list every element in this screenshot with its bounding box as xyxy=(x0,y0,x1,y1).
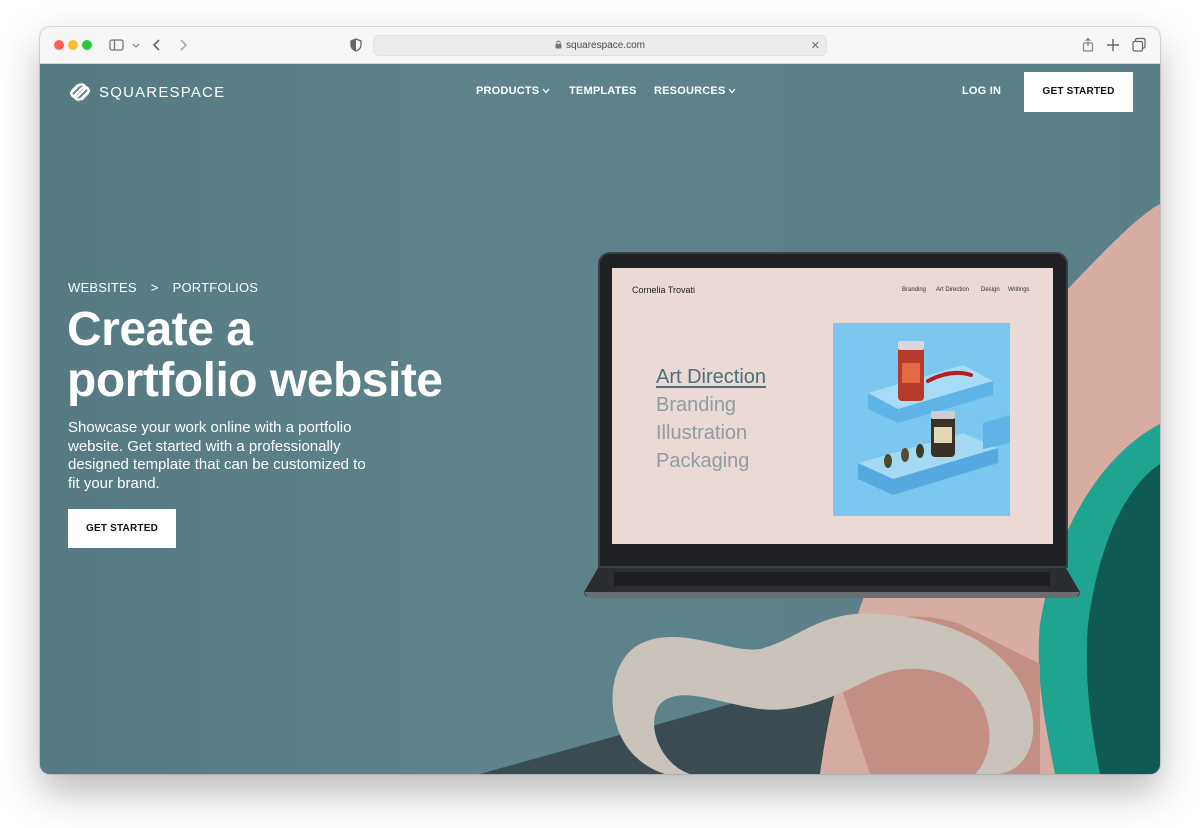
preview-site-name: Cornelia Trovati xyxy=(632,285,696,295)
hero-subtitle: Showcase your work online with a portfol… xyxy=(68,419,366,492)
clear-url-icon[interactable]: ✕ xyxy=(811,39,820,52)
page-title: Create a portfolio website xyxy=(67,304,537,406)
address-bar-text: squarespace.com xyxy=(374,40,826,51)
nav-templates[interactable]: TEMPLATES xyxy=(569,85,637,97)
preview-menu-illustration: Illustration xyxy=(656,422,748,444)
nav-resources-label: RESOURCES xyxy=(654,85,726,97)
preview-nav-art-direction: Art Direction xyxy=(936,287,970,293)
share-icon[interactable] xyxy=(1079,36,1097,54)
page-title-line-2: portfolio website xyxy=(67,354,443,407)
nav-resources[interactable]: RESOURCES xyxy=(654,85,736,97)
lock-icon xyxy=(555,40,562,49)
back-icon[interactable] xyxy=(148,36,166,54)
squarespace-page: SQUARESPACE PRODUCTS TEMPLATES RESOURCES… xyxy=(40,64,1160,774)
nav-products-label: PRODUCTS xyxy=(476,85,540,97)
browser-window: squarespace.com ✕ SQUARESPACE PRODUCTS T… xyxy=(40,27,1160,774)
jars-on-shelves-image xyxy=(858,341,1010,495)
brand-name: SQUARESPACE xyxy=(99,83,226,101)
page-title-line-1: Create a xyxy=(67,303,253,356)
minimize-window-button[interactable] xyxy=(68,40,78,50)
nav-products[interactable]: PRODUCTS xyxy=(476,85,550,97)
close-window-button[interactable] xyxy=(54,40,64,50)
new-tab-icon[interactable] xyxy=(1104,36,1122,54)
preview-menu-packaging: Packaging xyxy=(656,450,750,472)
chevron-down-icon xyxy=(728,88,736,94)
breadcrumb-portfolios[interactable]: PORTFOLIOS xyxy=(173,280,259,295)
site-header: SQUARESPACE PRODUCTS TEMPLATES RESOURCES… xyxy=(40,64,1160,124)
chevron-down-icon[interactable] xyxy=(127,36,145,54)
address-bar[interactable]: squarespace.com ✕ xyxy=(373,35,827,56)
preview-nav-branding: Branding xyxy=(902,287,927,293)
nav-templates-label: TEMPLATES xyxy=(569,85,637,97)
tab-overview-icon[interactable] xyxy=(1130,36,1148,54)
url-text: squarespace.com xyxy=(566,40,645,51)
preview-menu-art-direction: Art Direction xyxy=(656,366,767,388)
preview-menu: Art Direction Branding Illustration Pack… xyxy=(656,363,766,475)
header-get-started-button[interactable]: GET STARTED xyxy=(1024,72,1133,112)
breadcrumb-separator: > xyxy=(150,280,159,295)
preview-menu-branding: Branding xyxy=(656,394,737,416)
squarespace-logo[interactable]: SQUARESPACE xyxy=(67,81,225,103)
squarespace-logo-icon xyxy=(69,83,91,101)
privacy-shield-icon[interactable] xyxy=(347,36,365,54)
hero-get-started-button[interactable]: GET STARTED xyxy=(68,509,176,548)
chevron-down-icon xyxy=(542,88,550,94)
preview-nav-writings: Writings xyxy=(1008,287,1030,293)
breadcrumb-websites[interactable]: WEBSITES xyxy=(68,280,137,295)
laptop-screen-portfolio-preview: Cornelia Trovati Branding Art Direction … xyxy=(612,268,1053,544)
sidebar-icon[interactable] xyxy=(108,36,126,54)
login-label: LOG IN xyxy=(962,85,1002,97)
maximize-window-button[interactable] xyxy=(82,40,92,50)
preview-nav-design: Design xyxy=(981,287,1000,293)
preview-product-photo xyxy=(833,323,1010,516)
forward-icon[interactable] xyxy=(174,36,192,54)
breadcrumb: WEBSITES > PORTFOLIOS xyxy=(68,280,258,295)
browser-toolbar: squarespace.com ✕ xyxy=(40,27,1160,64)
laptop-keyboard-base xyxy=(584,568,1080,598)
login-link[interactable]: LOG IN xyxy=(962,85,1001,97)
